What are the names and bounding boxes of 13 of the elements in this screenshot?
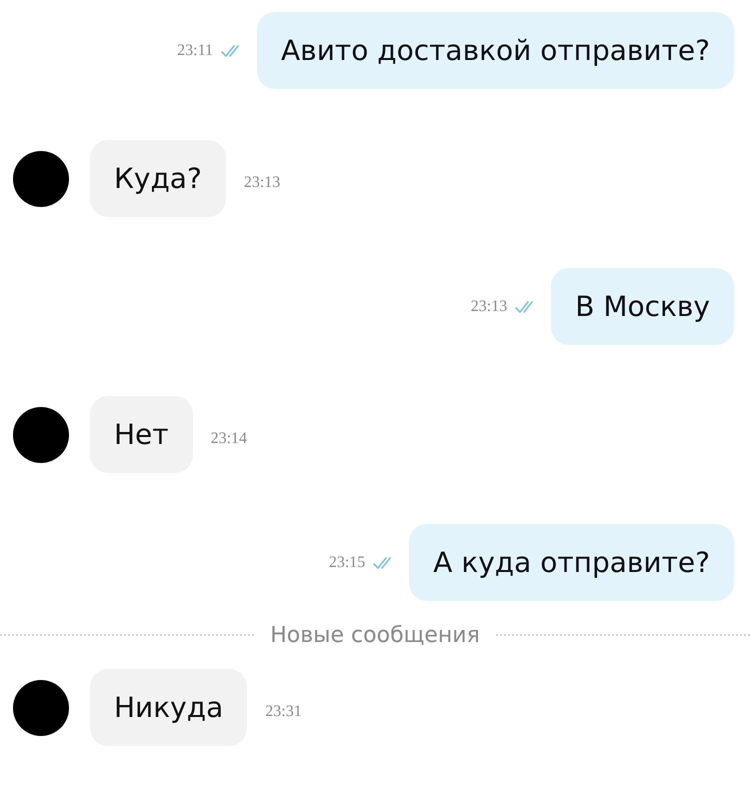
message-bubble: Куда? [90,140,226,217]
message-time: 23:15 [328,554,366,572]
message-time: 23:13 [470,298,508,316]
message-bubble: Нет [90,396,193,473]
message-time: 23:31 [265,702,302,720]
new-messages-label: Новые сообщения [270,622,480,648]
message-bubble: А куда отправите? [409,524,734,601]
message-bubble: Авито доставкой отправите? [257,12,734,89]
message-bubble: Никуда [90,669,248,746]
message-time: 23:14 [210,430,248,448]
message-time: 23:11 [177,42,214,60]
message-time: 23:13 [244,174,280,192]
message-bubble: В Москву [551,268,734,345]
